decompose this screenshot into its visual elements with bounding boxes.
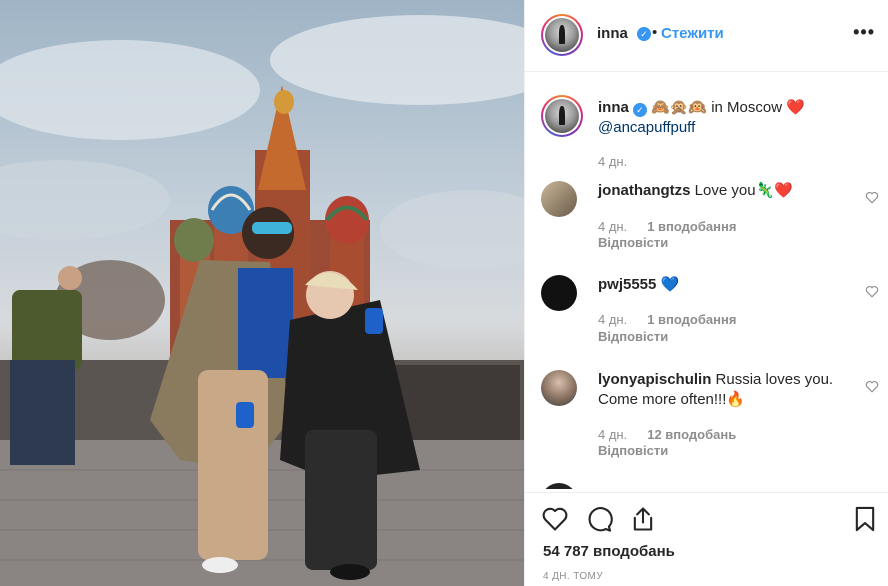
- comment-time[interactable]: 4 дн.: [598, 427, 627, 442]
- comment-like-heart-icon[interactable]: [865, 191, 879, 204]
- caption-text: inna ✓ 🙈🙊🙉 in Moscow ❤️ @ancapuffpuff: [598, 98, 848, 138]
- commenter-avatar[interactable]: [541, 483, 577, 489]
- commenter-avatar[interactable]: [541, 275, 577, 311]
- likes-count[interactable]: 54 787 вподобань: [543, 543, 675, 560]
- author-username[interactable]: inna: [597, 25, 628, 42]
- comment-username[interactable]: pwj5555: [598, 276, 656, 293]
- post-actions: 54 787 вподобань 4 ДН. ТОМУ: [525, 492, 888, 586]
- commenter-avatar[interactable]: [541, 370, 577, 406]
- more-options-icon[interactable]: •••: [853, 22, 875, 43]
- share-icon[interactable]: [629, 505, 657, 533]
- heart-icon[interactable]: [541, 505, 569, 533]
- comment-icon[interactable]: [585, 505, 613, 533]
- comment-likes[interactable]: 1 вподобання: [647, 312, 736, 327]
- comment-like-heart-icon[interactable]: [865, 285, 879, 298]
- post-header: inna ✓ • Стежити •••: [525, 0, 888, 72]
- comment-text: lyonyapischulin Russia loves you. Come m…: [598, 370, 848, 410]
- comment-like-heart-icon[interactable]: [865, 380, 879, 393]
- comment-time[interactable]: 4 дн.: [598, 312, 627, 327]
- follow-button[interactable]: Стежити: [661, 25, 724, 42]
- comment-likes[interactable]: 1 вподобання: [647, 219, 736, 234]
- caption-time[interactable]: 4 дн.: [598, 154, 627, 169]
- header-separator: •: [652, 24, 658, 41]
- reply-button[interactable]: Відповісти: [598, 443, 668, 458]
- post-side-panel: inna ✓ • Стежити ••• inna ✓ 🙈🙊🙉 in Moscow…: [524, 0, 888, 586]
- comment-meta: 4 дн. 12 вподобань: [598, 427, 736, 442]
- comment-meta: 4 дн. 1 вподобання: [598, 219, 736, 234]
- comment-time[interactable]: 4 дн.: [598, 219, 627, 234]
- comment-likes[interactable]: 12 вподобань: [647, 427, 736, 442]
- photo-illustration: [0, 15, 524, 586]
- caption-heart: ❤️: [786, 99, 805, 116]
- comment-username[interactable]: lyonyapischulin: [598, 371, 711, 388]
- caption-avatar[interactable]: [541, 95, 583, 137]
- caption-username[interactable]: inna: [598, 99, 629, 116]
- caption-body: in Moscow: [707, 99, 787, 116]
- caption-emojis: 🙈🙊🙉: [651, 99, 708, 116]
- post-date[interactable]: 4 ДН. ТОМУ: [543, 571, 603, 582]
- comment-meta: 4 дн. 1 вподобання: [598, 312, 736, 327]
- bookmark-icon[interactable]: [851, 505, 879, 533]
- verified-badge-icon: ✓: [637, 27, 651, 41]
- comment-body: 💙: [660, 276, 680, 293]
- post-photo[interactable]: [0, 0, 524, 586]
- comment-text: pwj5555 💙: [598, 275, 848, 295]
- comment-body: Love you🦎❤️: [694, 182, 793, 199]
- author-avatar[interactable]: [541, 14, 583, 56]
- reply-button[interactable]: Відповісти: [598, 329, 668, 344]
- verified-badge-icon: ✓: [632, 103, 647, 117]
- comment-username[interactable]: jonathangtzs: [598, 182, 691, 199]
- comment-text: jonathangtzs Love you🦎❤️: [598, 181, 848, 201]
- commenter-avatar[interactable]: [541, 181, 577, 217]
- caption-mention[interactable]: @ancapuffpuff: [598, 119, 695, 136]
- comments-list[interactable]: inna ✓ 🙈🙊🙉 in Moscow ❤️ @ancapuffpuff 4 д…: [525, 73, 888, 489]
- reply-button[interactable]: Відповісти: [598, 235, 668, 250]
